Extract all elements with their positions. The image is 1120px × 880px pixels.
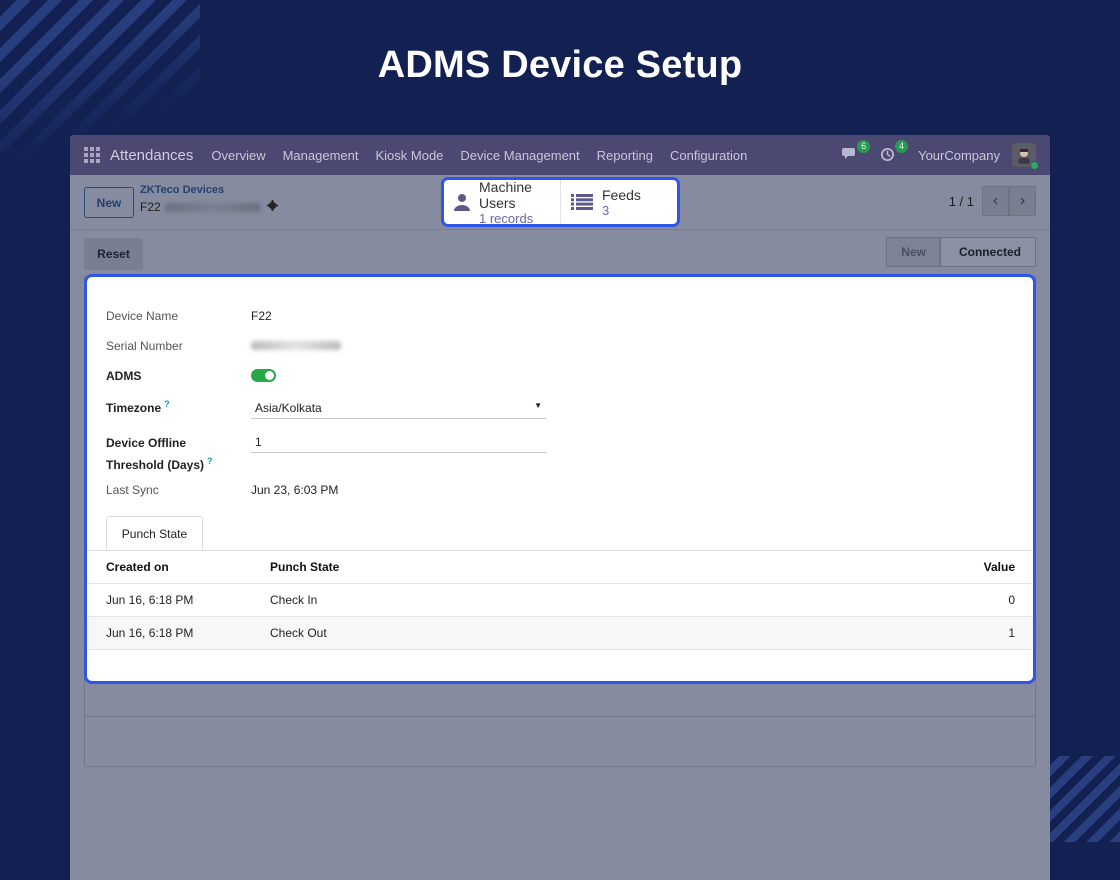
- offline-threshold-label-line2: Threshold (Days): [106, 458, 205, 472]
- status-row: Reset New Connected: [70, 230, 1050, 274]
- list-icon: [571, 194, 593, 210]
- offline-threshold-value: 1: [255, 435, 262, 449]
- online-status-dot: [1030, 161, 1039, 170]
- column-created-on[interactable]: Created on: [106, 560, 270, 574]
- offline-threshold-input[interactable]: 1: [251, 431, 546, 453]
- device-name-label: Device Name: [106, 309, 179, 323]
- tab-punch-state[interactable]: Punch State: [106, 516, 203, 551]
- pager: 1 / 1 ‹ ›: [949, 186, 1036, 216]
- machine-users-title: Machine Users: [479, 178, 532, 211]
- timezone-value: Asia/Kolkata: [255, 401, 322, 415]
- blurred-serial: [164, 202, 261, 212]
- machine-users-smart-button[interactable]: Machine Users 1 records: [444, 180, 560, 224]
- top-navbar: Attendances Overview Management Kiosk Mo…: [70, 135, 1050, 175]
- status-step-new[interactable]: New: [886, 237, 940, 267]
- new-button[interactable]: New: [84, 187, 134, 218]
- punch-state-table: Created on Punch State Value Jun 16, 6:1…: [87, 550, 1033, 650]
- device-form-sheet: Device Name F22 Serial Number ADMS Timez…: [84, 274, 1036, 684]
- breadcrumb-current-label: F22: [140, 200, 161, 214]
- adms-label: ADMS: [106, 369, 142, 383]
- feeds-title: Feeds: [602, 186, 641, 203]
- menu-reporting[interactable]: Reporting: [597, 148, 653, 163]
- menu-configuration[interactable]: Configuration: [670, 148, 747, 163]
- breadcrumb-current: F22: [140, 200, 278, 214]
- cell-punch-state: Check In: [270, 593, 318, 607]
- cell-value: 0: [1008, 593, 1015, 607]
- menu-kiosk-mode[interactable]: Kiosk Mode: [375, 148, 443, 163]
- banner-title: ADMS Device Setup: [377, 44, 743, 86]
- pager-previous-button[interactable]: ‹: [982, 186, 1009, 216]
- app-name[interactable]: Attendances: [110, 147, 193, 164]
- offline-threshold-label-line1: Device Offline: [106, 436, 187, 450]
- serial-number-label: Serial Number: [106, 339, 183, 353]
- feeds-smart-button[interactable]: Feeds 3: [560, 180, 677, 224]
- company-switcher[interactable]: YourCompany: [918, 148, 1000, 163]
- activities-clock-icon[interactable]: 4: [880, 140, 909, 163]
- device-name-value[interactable]: F22: [251, 309, 272, 323]
- adms-toggle[interactable]: [251, 369, 276, 382]
- last-sync-value: Jun 23, 6:03 PM: [251, 483, 339, 497]
- cell-punch-state: Check Out: [270, 626, 327, 640]
- timezone-select[interactable]: Asia/Kolkata ▼: [251, 397, 546, 419]
- user-avatar[interactable]: [1012, 143, 1039, 170]
- caret-down-icon: ▼: [534, 401, 542, 410]
- messages-badge: 6: [857, 140, 871, 153]
- activities-badge: 4: [895, 140, 909, 153]
- apps-menu-icon[interactable]: [84, 147, 100, 163]
- status-bar: New Connected: [886, 237, 1036, 267]
- menu-management[interactable]: Management: [283, 148, 359, 163]
- menu-overview[interactable]: Overview: [211, 148, 265, 163]
- help-tooltip-icon[interactable]: ?: [207, 456, 213, 466]
- menu-device-management[interactable]: Device Management: [460, 148, 579, 163]
- smart-buttons: Machine Users 1 records Feeds 3: [441, 177, 680, 227]
- offline-threshold-label: Device Offline Threshold (Days)?: [106, 434, 213, 474]
- last-sync-label: Last Sync: [106, 483, 159, 497]
- table-row[interactable]: Jun 16, 6:18 PM Check Out 1: [87, 617, 1033, 650]
- cell-created-on: Jun 16, 6:18 PM: [106, 593, 194, 607]
- breadcrumb-parent[interactable]: ZKTeco Devices: [140, 184, 224, 196]
- table-row[interactable]: Jun 16, 6:18 PM Check In 0: [87, 584, 1033, 617]
- messages-icon[interactable]: 6: [842, 140, 871, 163]
- timezone-label: Timezone?: [106, 399, 170, 415]
- decorative-stripes-bottom-right: [1048, 756, 1120, 842]
- pager-value[interactable]: 1 / 1: [949, 194, 974, 209]
- status-step-connected[interactable]: Connected: [939, 237, 1036, 267]
- gear-icon[interactable]: [266, 200, 278, 214]
- serial-number-value[interactable]: [251, 339, 341, 353]
- column-punch-state[interactable]: Punch State: [270, 560, 935, 574]
- table-header: Created on Punch State Value: [87, 551, 1033, 584]
- reset-button[interactable]: Reset: [84, 238, 143, 270]
- cell-created-on: Jun 16, 6:18 PM: [106, 626, 194, 640]
- timezone-label-text: Timezone: [106, 401, 162, 415]
- user-icon: [454, 193, 470, 211]
- pager-next-button[interactable]: ›: [1009, 186, 1036, 216]
- machine-users-value: 1 records: [479, 210, 534, 226]
- help-tooltip-icon[interactable]: ?: [164, 399, 170, 409]
- cell-value: 1: [1008, 626, 1015, 640]
- feeds-value: 3: [602, 202, 610, 218]
- column-value[interactable]: Value: [935, 560, 1015, 574]
